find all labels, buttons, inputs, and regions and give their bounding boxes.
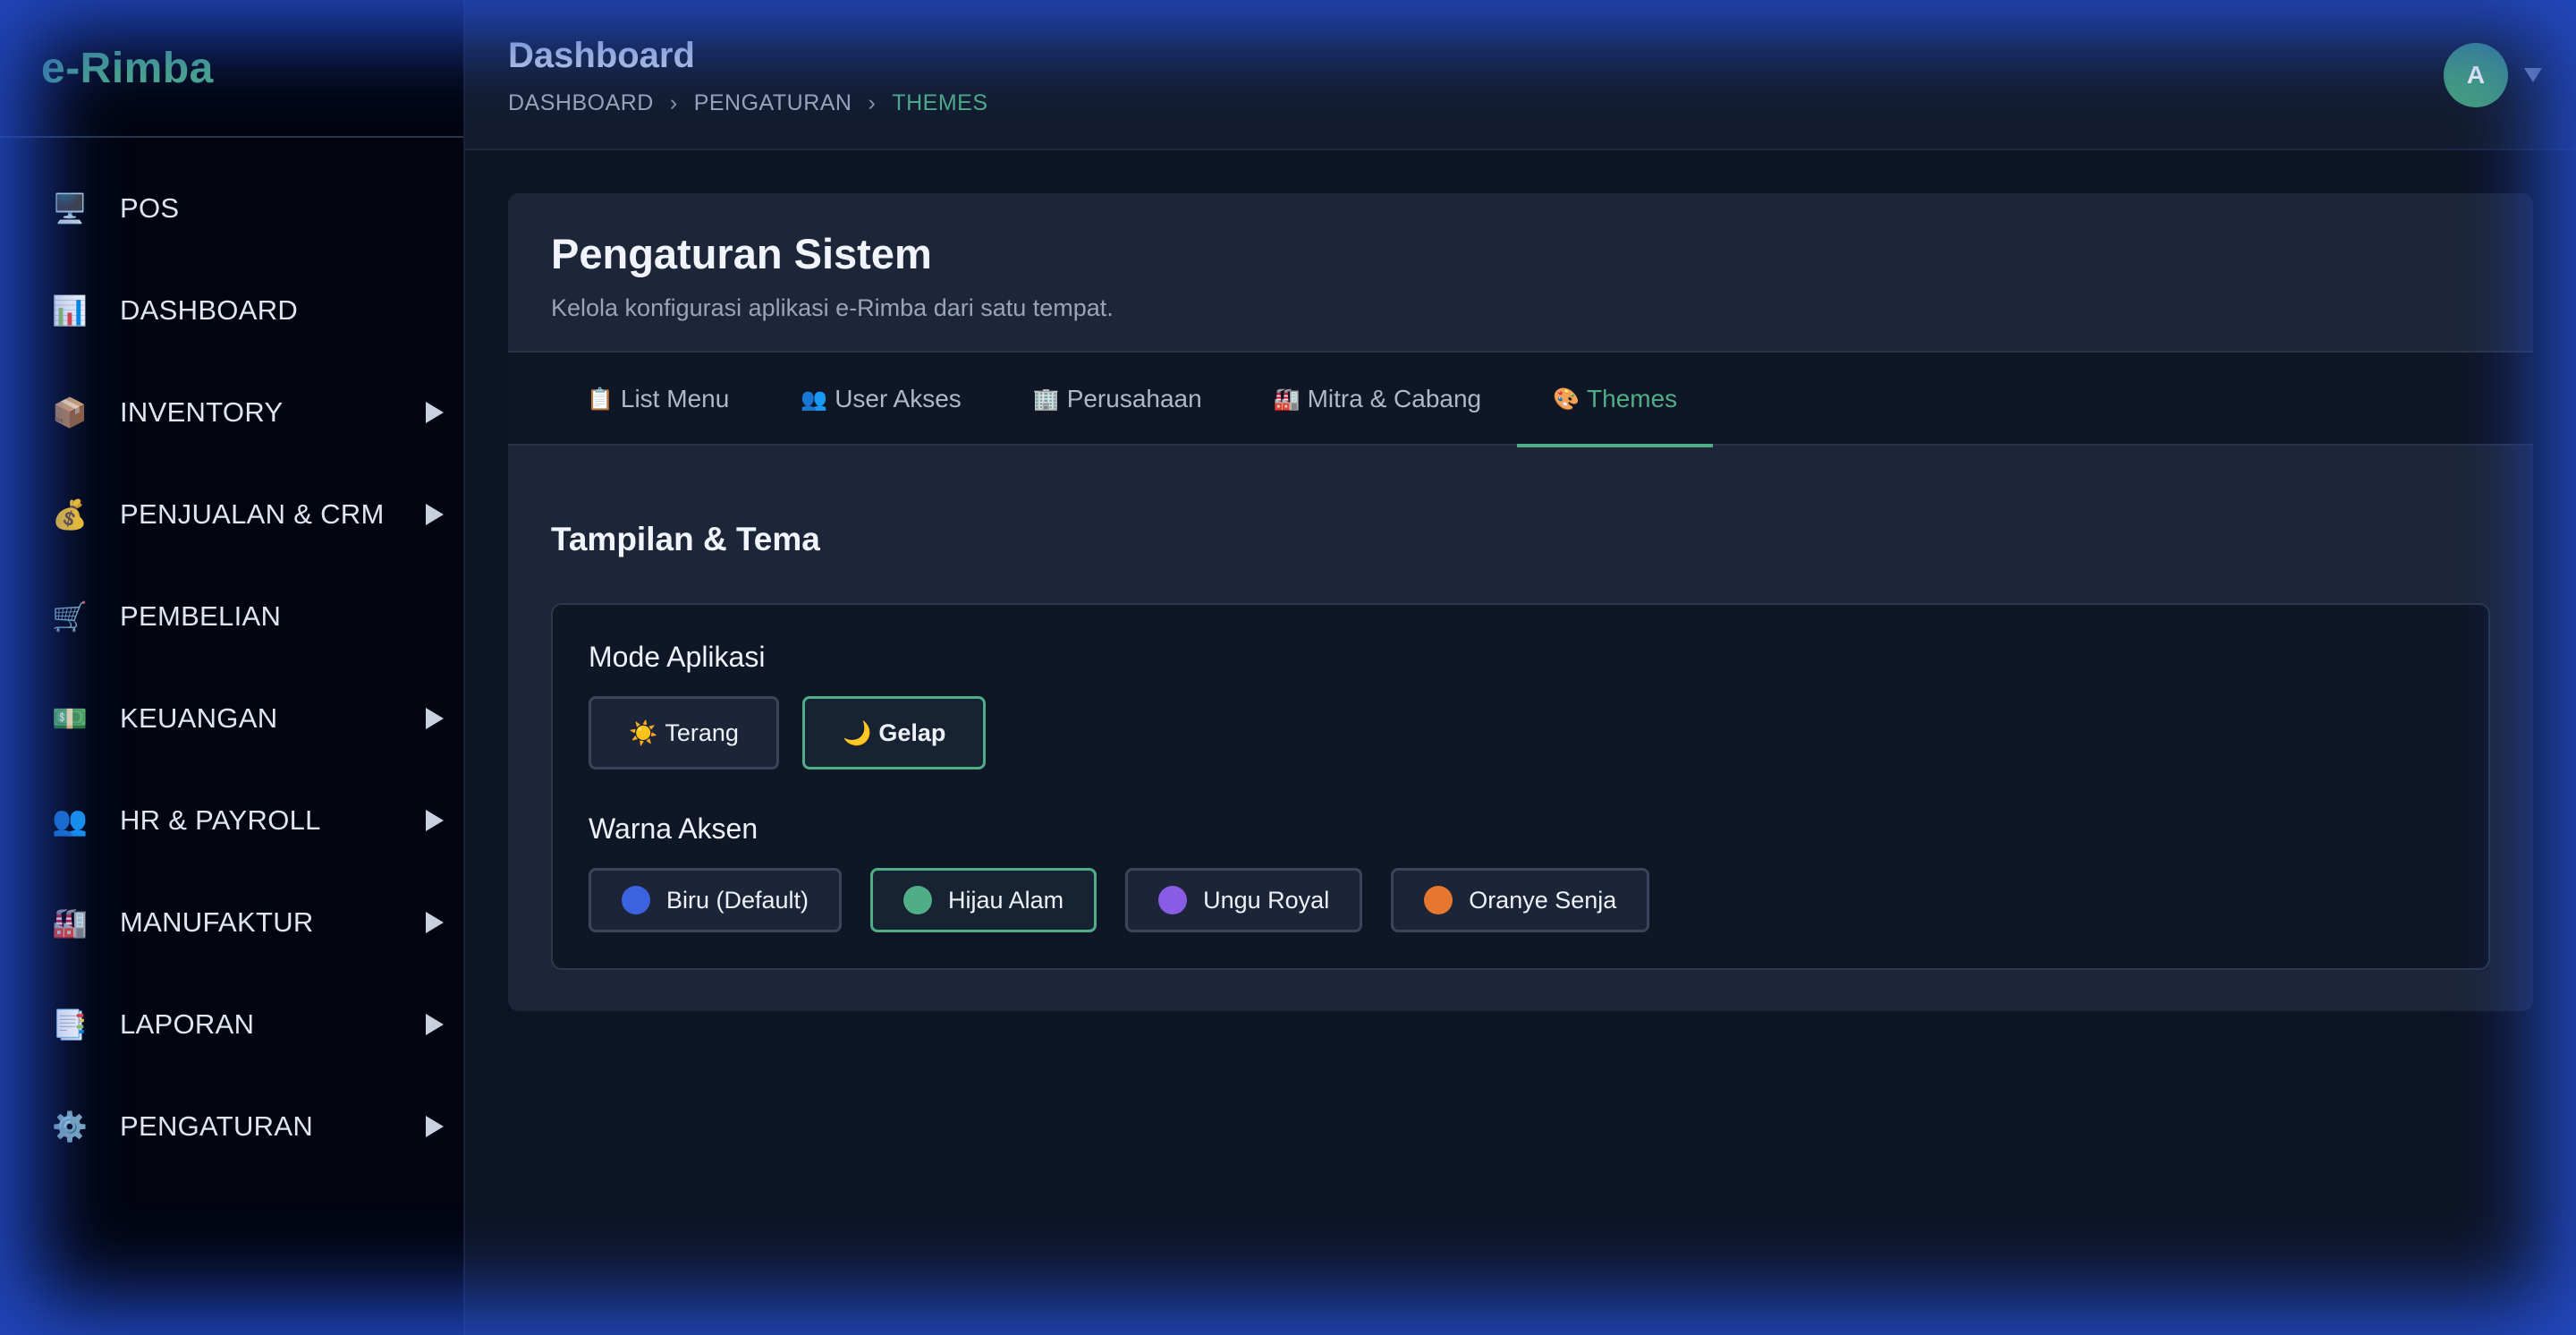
sidebar-item-inventory[interactable]: 📦 INVENTORY xyxy=(0,361,463,463)
sidebar-item-pos[interactable]: 🖥️ POS xyxy=(0,157,463,259)
chevron-right-icon xyxy=(426,708,444,729)
breadcrumb-separator: › xyxy=(868,90,877,115)
sidebar-item-label: HR & PAYROLL xyxy=(120,804,321,836)
brand-name: e-Rimba xyxy=(41,44,214,92)
users-icon: 👥 xyxy=(801,387,828,412)
accent-oranye-senja-button[interactable]: Oranye Senja xyxy=(1391,868,1650,932)
sidebar-item-penjualan-crm[interactable]: 💰 PENJUALAN & CRM xyxy=(0,463,463,565)
topbar: Dashboard DASHBOARD › PENGATURAN › THEME… xyxy=(465,0,2576,150)
color-swatch xyxy=(1424,886,1453,914)
sidebar-item-label: POS xyxy=(120,192,180,224)
tab-perusahaan[interactable]: 🏢 Perusahaan xyxy=(997,353,1238,446)
tab-user-akses[interactable]: 👥 User Akses xyxy=(765,353,997,446)
report-icon: 📑 xyxy=(52,1008,88,1041)
page-title: Dashboard xyxy=(508,36,695,75)
chevron-down-icon[interactable] xyxy=(2524,68,2542,82)
accent-label-text: Biru (Default) xyxy=(666,886,809,914)
main-content: Dashboard DASHBOARD › PENGATURAN › THEME… xyxy=(465,0,2576,1335)
tab-mitra-cabang[interactable]: 🏭 Mitra & Cabang xyxy=(1238,353,1517,446)
cart-icon: 🛒 xyxy=(52,600,88,633)
mode-label-text: Terang xyxy=(665,719,739,746)
tab-label: List Menu xyxy=(620,385,730,412)
sidebar-item-label: LAPORAN xyxy=(120,1008,255,1040)
sidebar-item-label: DASHBOARD xyxy=(120,294,299,326)
chevron-right-icon xyxy=(426,810,444,831)
color-swatch xyxy=(622,886,650,914)
chevron-right-icon xyxy=(426,504,444,525)
color-swatch xyxy=(903,886,933,914)
brand-logo[interactable]: e-Rimba xyxy=(0,0,463,138)
sidebar-item-label: KEUANGAN xyxy=(120,702,278,734)
palette-icon: 🎨 xyxy=(1553,387,1580,412)
card-header: Pengaturan Sistem Kelola konfigurasi apl… xyxy=(508,193,2533,353)
sidebar: e-Rimba 🖥️ POS 📊 DASHBOARD 📦 INVENTORY 💰 PENJUA… xyxy=(0,0,465,1335)
accent-biru-default-button[interactable]: Biru (Default) xyxy=(589,868,843,932)
sidebar-item-pengaturan[interactable]: ⚙️ PENGATURAN xyxy=(0,1076,463,1178)
moon-icon: 🌙 xyxy=(842,719,872,746)
sidebar-item-label: INVENTORY xyxy=(120,396,284,428)
tab-label: User Akses xyxy=(835,385,962,412)
accent-label: Warna Aksen xyxy=(589,812,758,845)
computer-icon: 🖥️ xyxy=(52,192,88,225)
breadcrumb-item-pengaturan[interactable]: PENGATURAN xyxy=(694,90,852,116)
sidebar-item-hr-payroll[interactable]: 👥 HR & PAYROLL xyxy=(0,770,463,872)
sidebar-item-label: PENJUALAN & CRM xyxy=(120,498,385,530)
app-window: e-Rimba 🖥️ POS 📊 DASHBOARD 📦 INVENTORY 💰 PENJUA… xyxy=(0,0,2576,1335)
factory-icon: 🏭 xyxy=(52,906,88,939)
sun-icon: ☀️ xyxy=(629,719,658,746)
mode-label-text: Gelap xyxy=(878,719,946,746)
breadcrumb-item-themes: THEMES xyxy=(892,90,988,115)
mode-options: ☀️ Terang 🌙 Gelap xyxy=(589,696,1009,770)
accent-label-text: Hijau Alam xyxy=(948,886,1064,914)
sidebar-item-label: PENGATURAN xyxy=(120,1110,314,1142)
mode-gelap-button[interactable]: 🌙 Gelap xyxy=(801,696,987,770)
settings-tabs: 📋 List Menu 👥 User Akses 🏢 Perusahaan 🏭 Mitra &… xyxy=(508,353,2533,447)
color-swatch xyxy=(1158,886,1188,914)
sidebar-item-laporan[interactable]: 📑 LAPORAN xyxy=(0,974,463,1076)
sidebar-nav: 🖥️ POS 📊 DASHBOARD 📦 INVENTORY 💰 PENJUALAN & CR… xyxy=(0,138,463,1178)
accent-ungu-royal-button[interactable]: Ungu Royal xyxy=(1125,868,1363,932)
sidebar-item-pembelian[interactable]: 🛒 PEMBELIAN xyxy=(0,565,463,668)
breadcrumb-item-dashboard[interactable]: DASHBOARD xyxy=(508,90,654,116)
chevron-right-icon xyxy=(426,1116,444,1137)
users-icon: 👥 xyxy=(52,804,88,837)
tab-themes[interactable]: 🎨 Themes xyxy=(1517,353,1714,447)
accent-options: Biru (Default) Hijau Alam Ungu Royal Oranye… xyxy=(589,868,1678,932)
chart-icon: 📊 xyxy=(52,294,88,327)
tab-label: Mitra & Cabang xyxy=(1307,385,1482,412)
accent-label-text: Ungu Royal xyxy=(1203,886,1330,914)
gear-icon: ⚙️ xyxy=(52,1110,88,1143)
chevron-right-icon xyxy=(426,1014,444,1035)
accent-label-text: Oranye Senja xyxy=(1469,886,1617,914)
card-subtitle: Kelola konfigurasi aplikasi e-Rimba dari… xyxy=(551,294,1114,321)
sidebar-item-label: PEMBELIAN xyxy=(120,600,282,632)
settings-card: Pengaturan Sistem Kelola konfigurasi apl… xyxy=(508,193,2533,1011)
tab-label: Perusahaan xyxy=(1066,385,1202,412)
breadcrumb-separator: › xyxy=(669,90,678,115)
sidebar-item-manufaktur[interactable]: 🏭 MANUFAKTUR xyxy=(0,872,463,974)
cash-icon: 💵 xyxy=(52,702,88,735)
theme-settings-box: Mode Aplikasi ☀️ Terang 🌙 Gelap Warna Aksen… xyxy=(551,603,2490,970)
breadcrumb: DASHBOARD › PENGATURAN › THEMES xyxy=(508,90,2576,116)
building-icon: 🏢 xyxy=(1032,387,1060,412)
tab-label: Themes xyxy=(1587,385,1678,412)
sidebar-item-dashboard[interactable]: 📊 DASHBOARD xyxy=(0,259,463,361)
section-title: Tampilan & Tema xyxy=(551,521,820,557)
factory-icon: 🏭 xyxy=(1273,387,1301,412)
mode-terang-button[interactable]: ☀️ Terang xyxy=(589,696,779,770)
mode-label: Mode Aplikasi xyxy=(589,641,766,673)
card-title: Pengaturan Sistem xyxy=(551,230,932,277)
chevron-right-icon xyxy=(426,912,444,933)
sidebar-item-label: MANUFAKTUR xyxy=(120,906,314,938)
sidebar-item-keuangan[interactable]: 💵 KEUANGAN xyxy=(0,668,463,770)
chevron-right-icon xyxy=(426,402,444,423)
accent-hijau-alam-button[interactable]: Hijau Alam xyxy=(870,868,1097,932)
money-bag-icon: 💰 xyxy=(52,498,88,531)
user-avatar[interactable]: A xyxy=(2444,43,2508,107)
tab-list-menu[interactable]: 📋 List Menu xyxy=(551,353,765,446)
clipboard-icon: 📋 xyxy=(587,387,614,412)
package-icon: 📦 xyxy=(52,396,88,429)
